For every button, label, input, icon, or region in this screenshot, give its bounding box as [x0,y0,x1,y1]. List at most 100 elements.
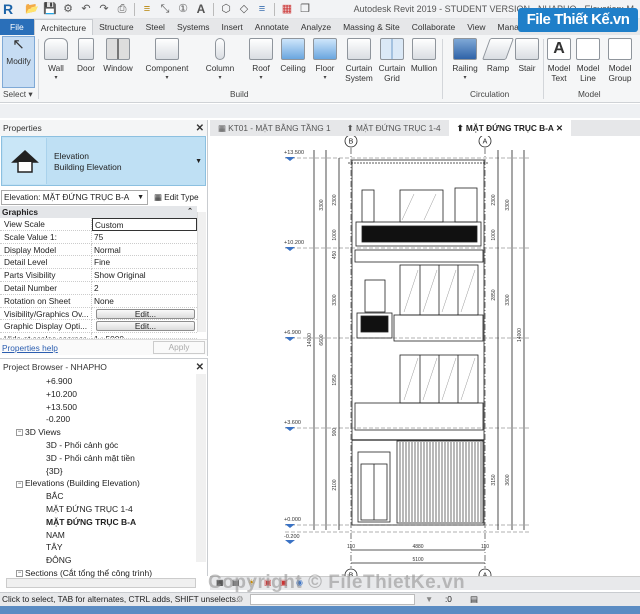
floor-label: Floor [315,63,335,73]
worksets-icon[interactable]: ⚙ [236,593,243,606]
close-hidden-icon[interactable]: ▦ [280,2,294,16]
column-button[interactable]: Column ▾ [202,36,238,83]
stair-button[interactable]: Stair [514,36,540,73]
tree-item[interactable]: 3D - Phối cảnh góc [0,439,196,452]
apply-button[interactable]: Apply [153,341,205,354]
tab-annotate[interactable]: Annotate [249,19,295,35]
ceiling-button[interactable]: Ceiling [277,36,309,73]
parts-visibility-field[interactable]: Show Original [92,269,197,282]
rotation-on-sheet-field[interactable]: None [92,295,197,308]
section-icon[interactable]: ◇ [237,2,251,16]
text-icon[interactable]: A [194,2,208,16]
display-model-field[interactable]: Normal [92,244,197,257]
view-tab-floor-plan[interactable]: ▦ KT01 - MẶT BẰNG TẦNG 1 [210,120,339,136]
mullion-label: Mullion [410,63,438,73]
save-icon[interactable]: 💾 [43,2,57,16]
tree-item[interactable]: − Elevations (Building Elevation) [0,477,196,490]
undo-icon[interactable]: ↶ [79,2,93,16]
3d-view-icon[interactable]: ⬡ [219,2,233,16]
tree-item[interactable]: −3D Views [0,426,196,439]
open-icon[interactable]: 📂 [25,2,39,16]
select-links-icon[interactable]: ▤ [470,593,478,606]
tab-architecture[interactable]: Architecture [33,19,94,35]
model-group-label-1: Model [608,63,632,73]
graphics-group-header[interactable]: Graphics ⌃ [0,206,197,218]
tab-systems[interactable]: Systems [171,19,216,35]
collapse-icon[interactable]: − [16,429,23,437]
tree-item[interactable]: {3D} [0,465,196,478]
model-group-button[interactable]: Model Group [604,36,636,83]
floor-button[interactable]: Floor ▾ [312,36,338,83]
tab-insert[interactable]: Insert [216,19,249,35]
properties-scrollbar[interactable] [197,212,206,332]
chevron-down-icon: ▼ [137,193,144,201]
tree-item[interactable]: 3D - Phối cảnh mặt tiền [0,452,196,465]
project-browser-vscrollbar[interactable] [196,374,206,562]
edit-type-button[interactable]: ▦ Edit Type [154,192,199,202]
dimension-icon[interactable]: ⤡ [158,2,172,16]
collapse-icon[interactable]: − [16,570,23,578]
component-button[interactable]: Component ▾ [142,36,192,83]
tree-item[interactable]: -0.200 [0,413,196,426]
select-panel-label[interactable]: Select ▾ [3,89,33,99]
instance-selector[interactable]: Elevation: MẶT ĐỨNG TRỤC B-A ▼ [1,189,148,205]
tab-view[interactable]: View [461,19,491,35]
mullion-button[interactable]: Mullion [408,36,440,73]
window-button[interactable]: Window [100,36,136,73]
print-icon[interactable]: ⎙ [115,2,129,16]
close-icon[interactable]: ✕ [196,362,204,373]
redo-icon[interactable]: ↷ [97,2,111,16]
filter-icon[interactable]: ▼ [425,593,433,606]
door-button[interactable]: Door [72,36,100,73]
tree-item[interactable]: NAM [0,529,196,542]
close-icon[interactable]: ✕ [196,123,204,134]
wall-button[interactable]: Wall ▾ [42,36,70,83]
tab-analyze[interactable]: Analyze [295,19,337,35]
tab-massing-site[interactable]: Massing & Site [337,19,406,35]
switch-windows-icon[interactable]: ❐ [298,2,312,16]
model-line-button[interactable]: Model Line [574,36,602,83]
tag-icon[interactable]: ① [176,2,190,16]
tab-structure[interactable]: Structure [93,19,140,35]
sync-icon[interactable]: ⚙ [61,2,75,16]
view-tab-elevation-b-a[interactable]: ⬆ MẶT ĐỨNG TRỤC B-A ✕ [448,120,571,136]
measure-icon[interactable]: ≡ [140,2,154,16]
ramp-button[interactable]: Ramp [481,36,515,73]
visibility-graphics-edit-button[interactable]: Edit... [96,308,195,319]
scale-value-field[interactable]: 75 [92,231,197,244]
modify-button[interactable]: ↖ Modify [2,36,35,88]
tree-item-selected[interactable]: MẶT ĐỨNG TRỤC B-A [0,516,196,529]
tree-item[interactable]: BẮC [0,490,196,503]
tab-collaborate[interactable]: Collaborate [406,19,461,35]
workset-selector[interactable] [250,594,415,605]
tree-item[interactable]: MẶT ĐỨNG TRỤC 1-4 [0,503,196,516]
curtain-grid-button[interactable]: Curtain Grid [376,36,408,83]
view-scale-select[interactable]: Custom [92,218,197,231]
tab-file[interactable]: File [0,19,34,35]
revit-logo-icon[interactable]: R [3,1,19,17]
view-tab-elevation-1-4[interactable]: ⬆ MẶT ĐỨNG TRỤC 1-4 [339,120,449,136]
tree-item[interactable]: TÂY [0,541,196,554]
tree-item[interactable]: +10.200 [0,388,196,401]
close-tab-icon[interactable]: ✕ [556,123,563,133]
properties-help-link[interactable]: Properties help [2,343,58,353]
curtain-system-button[interactable]: Curtain System [342,36,376,83]
tree-item[interactable]: +6.900 [0,375,196,388]
level-marker-icon [285,524,295,528]
properties-palette: Properties ✕ Elevation Building Elevatio… [0,120,208,356]
thin-lines-icon[interactable]: ≡ [255,2,269,16]
type-selector[interactable]: Elevation Building Elevation ▼ [1,136,206,186]
collapse-icon[interactable]: − [16,480,23,488]
tree-item[interactable]: +13.500 [0,401,196,414]
project-browser-hscrollbar[interactable] [6,578,196,588]
roof-button[interactable]: Roof ▾ [248,36,274,83]
detail-number-field[interactable]: 2 [92,282,197,295]
graphic-display-edit-button[interactable]: Edit... [96,321,195,332]
property-row: Visibility/Graphics Ov... Edit... [0,307,197,321]
railing-button[interactable]: Railing ▾ [450,36,480,83]
drawing-canvas[interactable]: B A B A +13.500 +10.200 +6.900 +3.600 +0… [210,134,640,582]
tree-item[interactable]: ĐÔNG [0,554,196,567]
detail-level-field[interactable]: Fine [92,256,197,270]
tab-steel[interactable]: Steel [140,19,171,35]
model-text-button[interactable]: A Model Text [545,36,573,83]
